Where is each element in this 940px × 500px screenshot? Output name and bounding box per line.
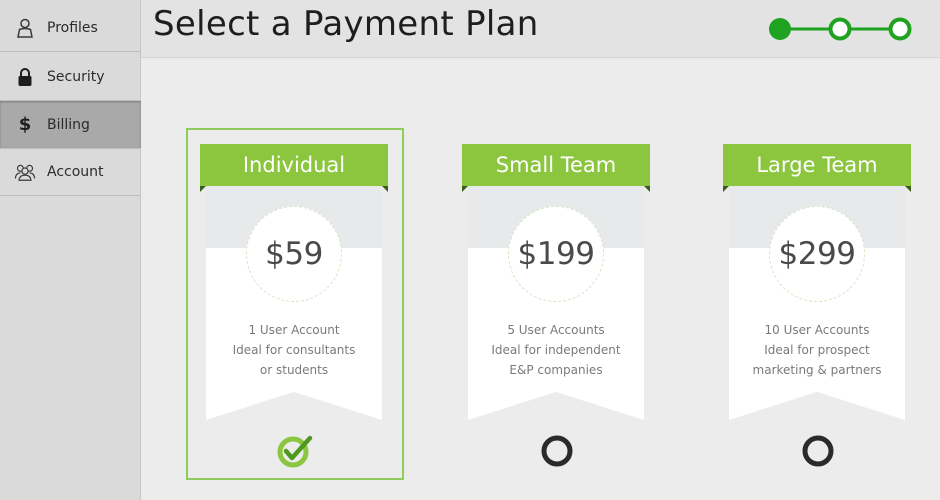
- plan-banner: $199 5 User Accounts Ideal for independe…: [468, 186, 644, 420]
- sidebar: Profiles Security $ Billing Account: [0, 0, 141, 500]
- plan-description: 5 User Accounts Ideal for independent E&…: [468, 320, 644, 380]
- progress-stepper: [768, 14, 918, 44]
- plan-card-individual[interactable]: Individual $59 1 User Account Ideal for …: [186, 128, 404, 480]
- price-badge: $299: [769, 206, 865, 302]
- sidebar-item-account[interactable]: Account: [0, 148, 141, 196]
- desc-line: E&P companies: [509, 363, 603, 377]
- group-icon: [14, 161, 36, 183]
- plan-name: Large Team: [723, 144, 911, 192]
- desc-line: 1 User Account: [248, 323, 340, 337]
- desc-line: 5 User Accounts: [507, 323, 605, 337]
- sidebar-item-profiles[interactable]: Profiles: [0, 4, 141, 52]
- plan-banner: $59 1 User Account Ideal for consultants…: [206, 186, 382, 420]
- plan-description: 1 User Account Ideal for consultants or …: [206, 320, 382, 380]
- user-icon: [14, 17, 36, 39]
- price-badge: $59: [246, 206, 342, 302]
- plan-card-small-team[interactable]: Small Team $199 5 User Accounts Ideal fo…: [448, 128, 666, 480]
- dollar-icon: $: [18, 114, 32, 135]
- step-1-complete: [769, 18, 791, 40]
- plan-banner: $299 10 User Accounts Ideal for prospect…: [729, 186, 905, 420]
- plan-name: Small Team: [462, 144, 650, 192]
- plan-price: $299: [778, 236, 856, 272]
- price-badge: $199: [508, 206, 604, 302]
- plan-selected-check-icon[interactable]: [277, 433, 313, 469]
- lock-icon: [14, 66, 36, 88]
- plan-price: $59: [265, 236, 323, 272]
- sidebar-item-label: Profiles: [47, 19, 98, 36]
- plan-card-large-team[interactable]: Large Team $299 10 User Accounts Ideal f…: [709, 128, 927, 480]
- desc-line: Ideal for independent: [491, 343, 621, 357]
- plan-select-radio[interactable]: [539, 433, 575, 469]
- desc-line: or students: [259, 363, 329, 377]
- page-title: Select a Payment Plan: [153, 4, 539, 44]
- sidebar-item-label: Billing: [47, 116, 90, 133]
- plan-price: $199: [517, 236, 595, 272]
- desc-line: 10 User Accounts: [764, 323, 870, 337]
- desc-line: Ideal for prospect: [764, 343, 870, 357]
- desc-line: Ideal for consultants: [232, 343, 356, 357]
- header: Select a Payment Plan: [141, 0, 940, 58]
- plan-select-radio[interactable]: [800, 433, 836, 469]
- step-2: [828, 17, 852, 41]
- step-3: [888, 17, 912, 41]
- plan-description: 10 User Accounts Ideal for prospect mark…: [729, 320, 905, 380]
- sidebar-item-billing[interactable]: $ Billing: [0, 101, 141, 149]
- desc-line: marketing & partners: [752, 363, 882, 377]
- plan-name: Individual: [200, 144, 388, 192]
- sidebar-item-label: Security: [47, 68, 105, 85]
- sidebar-item-security[interactable]: Security: [0, 53, 141, 101]
- sidebar-item-label: Account: [47, 163, 104, 180]
